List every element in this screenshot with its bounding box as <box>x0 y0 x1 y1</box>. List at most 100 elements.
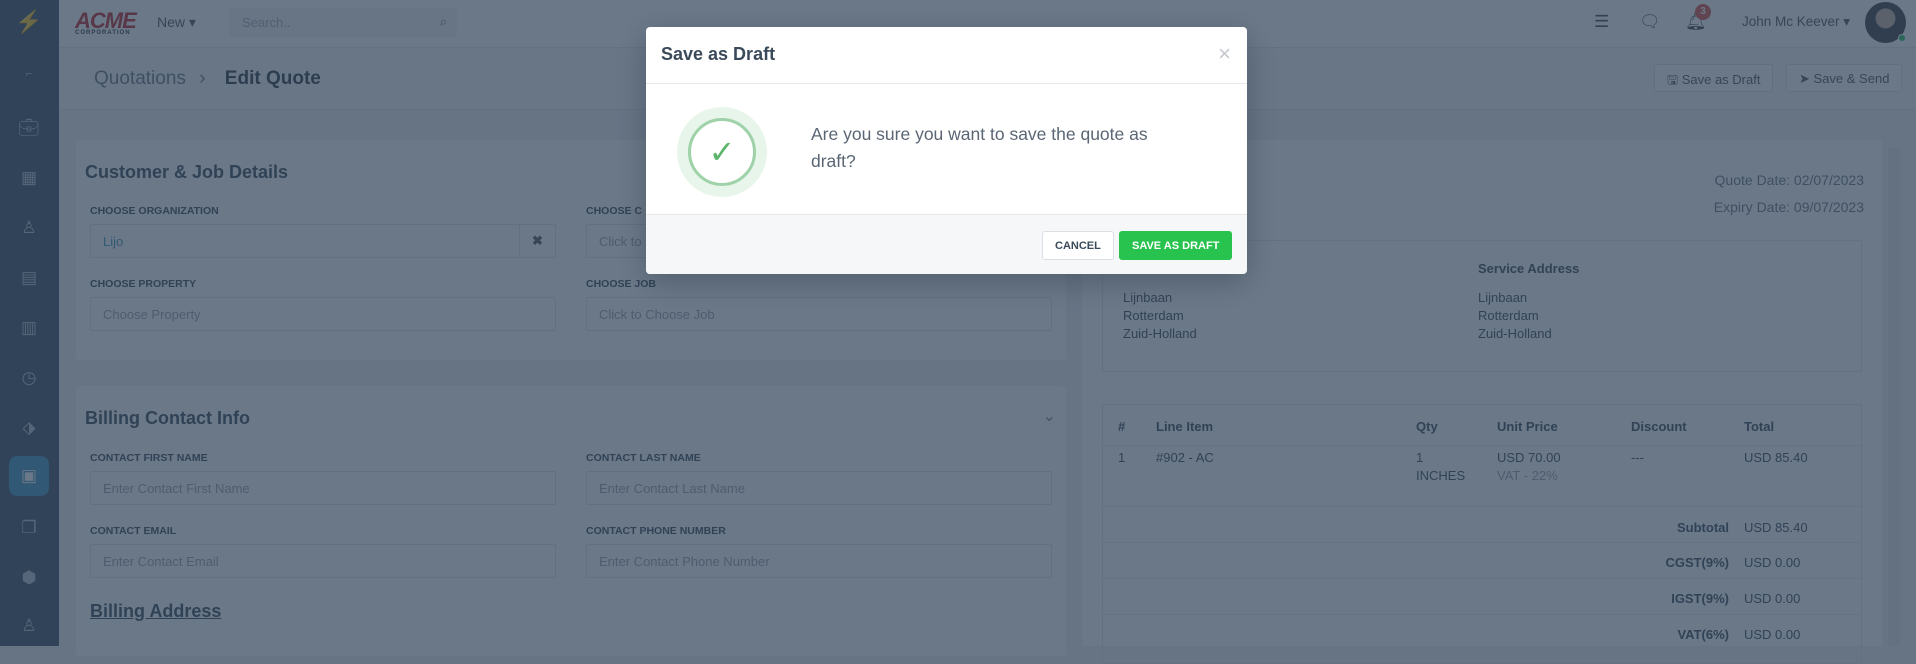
new-dropdown[interactable]: New ▾ <box>157 14 196 31</box>
last-name-placeholder: Enter Contact Last Name <box>599 481 745 496</box>
briefcase-icon[interactable]: 💼︎ <box>9 108 49 148</box>
billing-address-line: Rotterdam <box>1123 308 1184 323</box>
igst-value: USD 0.00 <box>1744 591 1801 606</box>
first-name-label: CONTACT FIRST NAME <box>90 452 208 464</box>
billing-address-heading: Billing Address <box>90 601 222 621</box>
item-unit: INCHES <box>1416 468 1466 483</box>
tag-icon[interactable]: ⬗ <box>9 408 49 448</box>
igst-label: IGST(9%) <box>1671 591 1729 606</box>
success-check-icon: ✓ <box>677 107 767 197</box>
boxes-icon[interactable]: ⬢ <box>9 558 49 598</box>
service-address-line: Rotterdam <box>1478 308 1539 323</box>
line-items-table: # Line Item Qty Unit Price Discount Tota… <box>1102 404 1862 664</box>
email-label: CONTACT EMAIL <box>90 525 177 537</box>
first-name-placeholder: Enter Contact First Name <box>103 481 250 496</box>
online-status-dot <box>1898 34 1906 42</box>
calendar-icon[interactable]: ▦ <box>9 158 49 198</box>
save-draft-dialog: Save as Draft × ✓ Are you sure you want … <box>646 27 1247 274</box>
bell-icon[interactable]: 🔔︎ 3 <box>1685 4 1711 32</box>
phone-placeholder: Enter Contact Phone Number <box>599 554 770 569</box>
user-icon[interactable]: ♙ <box>9 606 49 646</box>
quote-date: Quote Date: 02/07/2023 <box>1714 172 1864 188</box>
avatar[interactable] <box>1865 2 1906 43</box>
page-title: Edit Quote <box>224 68 321 89</box>
clock-icon[interactable]: ◷ <box>9 358 49 398</box>
user-name: John Mc Keever <box>1742 14 1840 29</box>
subtotal-value: USD 85.40 <box>1744 520 1808 535</box>
search-input[interactable]: Search.. ⌕ <box>229 8 457 37</box>
scrollbar[interactable] <box>1888 148 1900 646</box>
save-draft-label: Save as Draft <box>1681 72 1761 87</box>
search-placeholder: Search.. <box>242 15 291 30</box>
last-name-input[interactable]: Enter Contact Last Name <box>586 471 1052 505</box>
clear-icon[interactable]: ✖ <box>519 225 555 257</box>
phone-input[interactable]: Enter Contact Phone Number <box>586 544 1052 578</box>
contact-label: CHOOSE C <box>586 205 643 217</box>
expiry-date: Expiry Date: 09/07/2023 <box>1713 199 1864 215</box>
chevron-down-icon[interactable]: ⌄ <box>1043 406 1056 426</box>
item-number: 1 <box>1118 450 1126 465</box>
company-logo[interactable]: ACME CORPORATION <box>75 8 137 36</box>
chat-icon[interactable]: 🗨︎ <box>1639 12 1661 32</box>
search-icon[interactable]: ⌕ <box>440 14 447 30</box>
vat-label: VAT(6%) <box>1677 627 1729 642</box>
list-icon[interactable]: ☰ <box>1594 12 1609 32</box>
send-icon: ➤ <box>1799 71 1810 86</box>
item-tax: VAT - 22% <box>1497 468 1558 483</box>
vat-value: USD 0.00 <box>1744 627 1801 642</box>
save-and-send-button[interactable]: ➤ Save & Send <box>1786 64 1903 92</box>
phone-label: CONTACT PHONE NUMBER <box>586 525 726 537</box>
breadcrumb-quotations[interactable]: Quotations <box>94 68 186 89</box>
dialog-message: Are you sure you want to save the quote … <box>811 124 1148 171</box>
property-placeholder: Choose Property <box>103 307 201 322</box>
subtotal-label: Subtotal <box>1677 520 1729 535</box>
cgst-label: CGST(9%) <box>1665 555 1729 570</box>
service-address-title: Service Address <box>1478 261 1580 276</box>
save-send-label: Save & Send <box>1813 71 1890 86</box>
floppy-icon: 🖫 <box>1667 72 1679 87</box>
item-qty: 1 <box>1416 450 1424 465</box>
email-placeholder: Enter Contact Email <box>103 554 219 569</box>
col-header: Unit Price <box>1497 419 1558 434</box>
new-label: New <box>157 14 186 30</box>
cancel-button[interactable]: CANCEL <box>1042 231 1114 260</box>
item-price: USD 70.00 <box>1497 450 1561 465</box>
section-title: Customer & Job Details <box>85 162 289 182</box>
notification-badge: 3 <box>1695 4 1711 20</box>
org-label: CHOOSE ORGANIZATION <box>90 205 219 217</box>
sidebar: ⚡ ⌐ 💼︎ ▦ ♙ ▤ ▥ ◷ ⬗ ▣ ❐ ⬢ ♙ <box>0 0 59 646</box>
last-name-label: CONTACT LAST NAME <box>586 452 701 464</box>
save-as-draft-button[interactable]: 🖫 Save as Draft <box>1654 64 1774 92</box>
documents-icon[interactable]: ❐ <box>9 508 49 548</box>
breadcrumb-separator: › <box>199 68 206 89</box>
email-input[interactable]: Enter Contact Email <box>90 544 556 578</box>
job-placeholder: Click to Choose Job <box>599 307 715 322</box>
map-icon[interactable]: ▥ <box>9 308 49 348</box>
cgst-value: USD 0.00 <box>1744 555 1801 570</box>
billing-contact-card: Billing Contact Info ⌄ CONTACT FIRST NAM… <box>76 386 1066 656</box>
billing-address-line: Lijnbaan <box>1123 290 1173 305</box>
job-select[interactable]: Click to Choose Job <box>586 297 1052 331</box>
section-title: Billing Contact Info <box>85 408 250 428</box>
app-logo-icon[interactable]: ⚡ <box>9 2 49 42</box>
item-discount: --- <box>1631 450 1644 465</box>
col-header: # <box>1118 419 1126 434</box>
first-name-input[interactable]: Enter Contact First Name <box>90 471 556 505</box>
caret-down-icon: ▾ <box>188 14 196 30</box>
contacts-icon[interactable]: ♙ <box>9 208 49 248</box>
org-value: Lijo <box>103 234 124 249</box>
item-name: #902 - AC <box>1156 450 1214 465</box>
confirm-save-draft-button[interactable]: SAVE AS DRAFT <box>1119 231 1233 260</box>
calculator-icon[interactable]: ▣ <box>9 456 49 496</box>
property-select[interactable]: Choose Property <box>90 297 556 331</box>
close-icon[interactable]: × <box>1218 41 1231 67</box>
collapse-icon[interactable]: ⌐ <box>9 54 49 94</box>
logo-subtext: CORPORATION <box>75 30 131 36</box>
col-header: Total <box>1744 419 1775 434</box>
building-icon[interactable]: ▤ <box>9 258 49 298</box>
item-total: USD 85.40 <box>1744 450 1808 465</box>
organization-select[interactable]: Lijo ✖ <box>90 224 556 258</box>
service-address-line: Zuid-Holland <box>1478 326 1552 341</box>
user-menu[interactable]: John Mc Keever ▾ <box>1742 14 1850 30</box>
contact-placeholder: Click to <box>599 234 642 249</box>
